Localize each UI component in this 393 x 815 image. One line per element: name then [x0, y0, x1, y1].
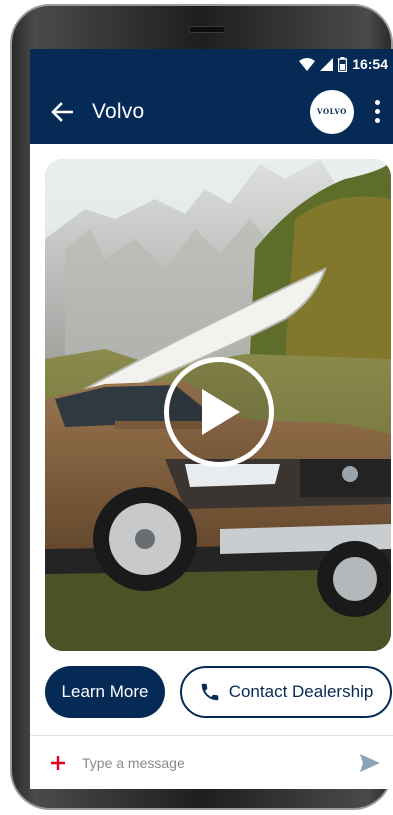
- status-time: 16:54: [352, 56, 388, 72]
- play-button[interactable]: [164, 357, 274, 467]
- contact-dealership-label: Contact Dealership: [228, 682, 374, 701]
- wifi-icon: [299, 57, 316, 71]
- phone-icon: [201, 683, 218, 701]
- message-input[interactable]: [82, 744, 350, 781]
- more-vertical-icon-dot: [374, 118, 380, 123]
- phone-speaker: [188, 26, 226, 33]
- page-title: Volvo: [92, 99, 145, 123]
- contact-dealership-button[interactable]: Contact Dealership: [180, 666, 392, 718]
- play-icon: [202, 389, 240, 435]
- status-bar: 16:54: [30, 49, 393, 79]
- more-vertical-icon-dot: [374, 100, 380, 105]
- send-button[interactable]: [350, 743, 390, 783]
- arrow-left-icon: [51, 101, 73, 122]
- cell-signal-icon: [320, 57, 334, 71]
- back-button[interactable]: [44, 94, 80, 130]
- more-options-button[interactable]: [362, 92, 392, 132]
- app-bar: Volvo VOLVO: [30, 79, 393, 144]
- add-attachment-button[interactable]: [38, 743, 78, 783]
- video-thumbnail[interactable]: [45, 159, 391, 651]
- learn-more-button[interactable]: Learn More: [45, 666, 165, 718]
- battery-icon: [338, 56, 348, 72]
- send-icon: [360, 753, 380, 772]
- plus-icon: [51, 755, 65, 770]
- brand-logo-text: VOLVO: [317, 107, 347, 116]
- message-composer: [30, 735, 393, 789]
- learn-more-label: Learn More: [61, 682, 149, 701]
- more-vertical-icon-dot: [374, 109, 380, 114]
- brand-avatar[interactable]: VOLVO: [310, 89, 354, 134]
- phone-frame: 16:54 Volvo VOLVO Learn More Contact Dea…: [10, 4, 393, 810]
- phone-screen: 16:54 Volvo VOLVO Learn More Contact Dea…: [30, 49, 393, 789]
